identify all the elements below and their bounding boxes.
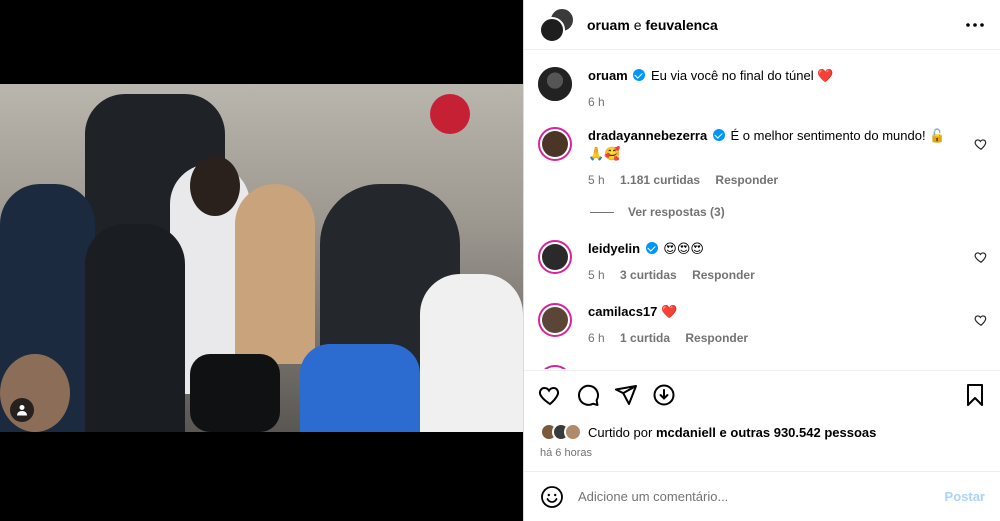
bookmark-icon[interactable] xyxy=(963,383,987,407)
heart-icon[interactable] xyxy=(974,313,988,327)
view-replies-button[interactable]: Ver respostas (3) xyxy=(590,205,725,219)
comment-item: camilacs17 ❤️ 6 h 1 curtida Responder xyxy=(538,303,988,353)
verified-badge-icon xyxy=(645,242,658,254)
heart-icon[interactable] xyxy=(974,137,988,151)
header-user-oruam[interactable]: oruam xyxy=(587,17,630,33)
post-button[interactable]: Postar xyxy=(945,489,985,504)
comment-username[interactable]: leidyelin xyxy=(588,241,640,256)
collab-avatars[interactable] xyxy=(537,5,577,45)
remix-icon[interactable] xyxy=(652,383,676,407)
action-icons xyxy=(538,383,676,407)
heart-icon[interactable] xyxy=(974,250,988,264)
liked-by-text: Curtido por mcdaniell e outras 930.542 p… xyxy=(588,425,876,440)
instagram-post-modal: oruam e feuvalenca oruam Eu via você no … xyxy=(0,0,1000,521)
comment-body: dradayannebezerra É o melhor sentimento … xyxy=(588,127,958,189)
post-details-panel: oruam e feuvalenca oruam Eu via você no … xyxy=(523,0,1000,521)
add-comment-bar: Postar xyxy=(524,471,1000,521)
avatar[interactable] xyxy=(538,365,572,369)
comment-text: ❤️ xyxy=(661,304,678,319)
comment-icon[interactable] xyxy=(576,383,600,407)
reply-button[interactable]: Responder xyxy=(685,331,748,345)
header-usernames: oruam e feuvalenca xyxy=(587,17,718,33)
caption: oruam Eu via você no final do túnel ❤️ 6… xyxy=(538,67,988,127)
caption-time[interactable]: 6 h xyxy=(588,95,605,109)
comment-username[interactable]: camilacs17 xyxy=(588,304,657,319)
avatar[interactable] xyxy=(538,67,572,101)
comment-body: camilacs17 ❤️ 6 h 1 curtida Responder xyxy=(588,303,958,347)
like-heart-icon[interactable] xyxy=(538,383,562,407)
reply-button[interactable]: Responder xyxy=(715,173,778,187)
avatar[interactable] xyxy=(538,127,572,161)
avatar[interactable] xyxy=(538,240,572,274)
caption-text: Eu via você no final do túnel ❤️ xyxy=(650,68,834,83)
comment-likes[interactable]: 3 curtidas xyxy=(620,268,677,282)
header-user-feuvalenca[interactable]: feuvalenca xyxy=(645,17,717,33)
avatar xyxy=(539,16,565,43)
liked-prefix: Curtido por xyxy=(588,424,653,440)
post-actions: Curtido por mcdaniell e outras 930.542 p… xyxy=(524,370,1000,520)
post-time[interactable]: há 6 horas xyxy=(540,447,592,459)
caption-username[interactable]: oruam xyxy=(588,68,628,83)
comment-likes[interactable]: 1 curtida xyxy=(620,331,670,345)
comment-time[interactable]: 5 h xyxy=(588,268,605,282)
verified-badge-icon xyxy=(633,69,646,81)
comment-item: leidyelin 😍😍😍 5 h 3 curtidas Responder xyxy=(538,240,988,290)
comment-item: dradayannebezerra É o melhor sentimento … xyxy=(538,127,988,197)
comment-username[interactable]: dradayannebezerra xyxy=(588,128,707,143)
emoji-icon[interactable] xyxy=(540,485,564,509)
comment-item xyxy=(538,365,988,369)
header-separator: e xyxy=(633,16,642,33)
comment-meta: 5 h 3 curtidas Responder xyxy=(588,266,958,284)
comment-text: 😍😍😍 xyxy=(663,241,704,256)
share-icon[interactable] xyxy=(614,383,638,407)
verified-badge-icon xyxy=(712,129,725,141)
divider-line xyxy=(590,211,614,213)
liked-by-user[interactable]: mcdaniell xyxy=(656,425,716,440)
tagged-users-icon[interactable] xyxy=(10,398,34,422)
more-options-button[interactable] xyxy=(963,14,987,36)
comments-list[interactable]: oruam Eu via você no final do túnel ❤️ 6… xyxy=(524,51,1000,369)
comment-body: leidyelin 😍😍😍 5 h 3 curtidas Responder xyxy=(588,240,958,284)
comment-meta: 5 h 1.181 curtidas Responder xyxy=(588,171,958,189)
view-replies-label: Ver respostas (3) xyxy=(628,205,725,219)
comment-meta: 6 h 1 curtida Responder xyxy=(588,329,958,347)
comment-time[interactable]: 6 h xyxy=(588,331,605,345)
comment-time[interactable]: 5 h xyxy=(588,173,605,187)
caption-body: oruam Eu via você no final do túnel ❤️ 6… xyxy=(588,67,958,111)
post-header: oruam e feuvalenca xyxy=(524,0,1000,50)
avatar xyxy=(564,423,582,441)
more-horizontal-icon xyxy=(966,23,984,27)
liked-others[interactable]: e outras 930.542 pessoas xyxy=(720,425,877,440)
liked-by: Curtido por mcdaniell e outras 930.542 p… xyxy=(540,423,876,441)
post-photo[interactable] xyxy=(0,84,523,432)
reply-button[interactable]: Responder xyxy=(692,268,755,282)
media-pane xyxy=(0,0,523,521)
avatar[interactable] xyxy=(538,303,572,337)
comment-input[interactable] xyxy=(578,489,918,504)
caption-meta: 6 h xyxy=(588,93,958,111)
comment-likes[interactable]: 1.181 curtidas xyxy=(620,173,700,187)
